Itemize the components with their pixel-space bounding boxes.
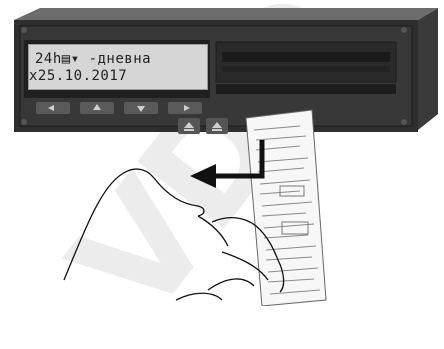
hand-outline (63, 168, 285, 301)
printout-paper (245, 109, 327, 306)
illustration: VDO 24h▤▾ -дневна x25.10.2017 (0, 0, 444, 349)
printout-scene (63, 109, 327, 306)
